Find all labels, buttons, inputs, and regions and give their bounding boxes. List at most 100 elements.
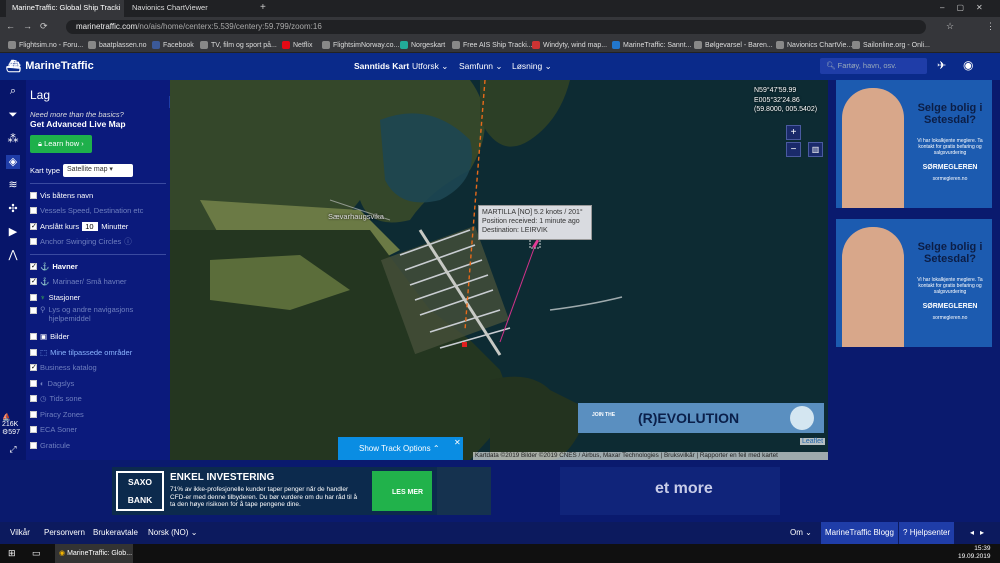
checkbox[interactable] (30, 395, 37, 403)
nav-explore[interactable]: Utforsk ⌄ (412, 61, 448, 72)
option-lights[interactable]: ⚲ Lys og andre navigasjons hjelpemiddel (30, 305, 166, 329)
measure-icon[interactable]: ✣ (6, 202, 20, 216)
sormegleren-ad-2[interactable]: Selge bolig i Setesdal? Vi har lokalkjen… (836, 219, 992, 347)
nav-solutions[interactable]: Løsning ⌄ (512, 61, 552, 72)
checkbox[interactable] (30, 379, 37, 387)
search-input[interactable]: 🔍︎ Fartøy, havn, osv. (820, 58, 927, 74)
option-business[interactable]: Business katalog (30, 360, 166, 376)
checkbox[interactable] (30, 238, 37, 246)
checkbox[interactable] (30, 426, 37, 434)
footer-link-agreement[interactable]: Brukeravtale (93, 528, 138, 537)
option-stations[interactable]: ♆ Stasjoner (30, 290, 166, 306)
bookmark-item[interactable]: TV, film og sport på... (200, 39, 277, 51)
checkbox[interactable] (30, 441, 37, 449)
option-custom-areas[interactable]: ⬚ Mine tilpassede områder (30, 345, 166, 361)
fullscreen-icon[interactable]: ⤢ (6, 444, 20, 458)
leaflet-link[interactable]: Leaflet (800, 438, 826, 445)
bookmark-item[interactable]: Flightsim.no - Foru... (8, 39, 83, 51)
checkbox[interactable] (30, 364, 37, 372)
filter-icon[interactable]: ⏷ (6, 109, 20, 123)
bookmark-item[interactable]: FlightsimNorway.co... (322, 39, 399, 51)
zoom-in-button[interactable]: + (786, 125, 801, 140)
info-icon[interactable]: ⓘ (124, 236, 132, 247)
saxo-bank-ad[interactable]: SAXO BANK ENKEL INVESTERING 71% av ikke-p… (112, 467, 491, 515)
checkbox[interactable] (30, 262, 37, 270)
marinetraffic-logo[interactable]: ⛴ MarineTraffic (6, 59, 94, 73)
checkbox[interactable] (30, 410, 37, 418)
window-controls[interactable]: –▢✕ (940, 3, 995, 12)
browser-tab-marinetraffic[interactable]: MarineTraffic: Global Ship Tracki (6, 0, 124, 17)
footer-link-terms[interactable]: Vilkår (10, 528, 30, 537)
search-icon[interactable]: ⌕ (6, 85, 20, 99)
browser-menu-icon[interactable]: ⋮ (986, 21, 995, 32)
close-icon[interactable]: ✕ (454, 438, 461, 447)
task-view-icon[interactable]: ▭ (32, 548, 41, 559)
footer-nav-arrows[interactable]: ◂▸ (970, 528, 990, 537)
play-icon[interactable]: ▶ (6, 225, 20, 239)
option-estimated-course[interactable]: Anslått kurs10Minutter (30, 219, 166, 235)
bookmark-star-icon[interactable]: ☆ (946, 21, 954, 32)
read-more-button[interactable]: LES MER (392, 489, 423, 496)
course-minutes-input[interactable]: 10 (82, 221, 99, 231)
route-icon[interactable]: ⋀ (6, 248, 20, 262)
url-field[interactable]: marinetraffic.com/no/ais/home/centerx:5.… (66, 20, 926, 34)
bookmark-item[interactable]: Free AIS Ship Tracki... (452, 39, 533, 51)
checkbox[interactable] (30, 207, 37, 215)
map-type-select[interactable]: Satellite map ▾ (63, 164, 134, 178)
network-icon[interactable]: ⁂ (6, 132, 20, 146)
browser-tab-navionics[interactable]: Navionics ChartViewer (126, 0, 254, 17)
revolution-ad-banner[interactable]: JOIN THE (R)EVOLUTION (578, 403, 824, 433)
option-show-names[interactable]: Vis båtens navn (30, 188, 166, 204)
option-marinas[interactable]: ⚓Marinaer/ Små havner (30, 274, 166, 290)
nav-live-map[interactable]: Sanntids Kart (354, 61, 409, 71)
blog-link[interactable]: MarineTraffic Blogg (821, 522, 898, 544)
taskbar-app-chrome[interactable]: ◉ MarineTraffic: Glob... (55, 544, 133, 563)
checkbox[interactable] (30, 333, 37, 341)
sormegleren-ad-1[interactable]: Selge bolig i Setesdal? Vi har lokalkjen… (836, 80, 992, 208)
user-avatar-icon[interactable]: ◉ (963, 58, 973, 72)
map-view-icon[interactable]: ▥ (808, 142, 823, 157)
option-eca[interactable]: ECA Soner (30, 422, 166, 438)
bookmark-item[interactable]: Netflix (282, 39, 312, 51)
option-vessel-speed[interactable]: Vessels Speed, Destination etc (30, 203, 166, 219)
footer-link-privacy[interactable]: Personvern (44, 528, 85, 537)
language-selector[interactable]: Norsk (NO) ⌄ (148, 528, 197, 537)
checkbox[interactable] (30, 278, 37, 286)
option-graticule[interactable]: Graticule (30, 438, 166, 454)
bookmark-label: Free AIS Ship Tracki... (463, 41, 533, 49)
notifications-icon[interactable]: ✈ (937, 59, 946, 72)
bookmark-item[interactable]: Norgeskart (400, 39, 445, 51)
bookmark-item[interactable]: Windyty, wind map... (532, 39, 607, 51)
learn-how-button[interactable]: 🔒︎ Learn how › (30, 135, 92, 153)
checkbox[interactable] (30, 307, 37, 314)
bookmark-item[interactable]: Sailonline.org - Onli... (852, 39, 930, 51)
option-anchor-circles[interactable]: Anchor Swinging Circles ⓘ (30, 234, 166, 250)
weather-icon[interactable]: ≋ (6, 178, 20, 192)
checkbox[interactable] (30, 293, 37, 301)
checkbox[interactable] (30, 191, 37, 199)
new-tab-button[interactable]: + (260, 2, 266, 13)
windows-start-icon[interactable]: ⊞ (8, 548, 16, 559)
help-center-link[interactable]: ? Hjelpsenter (899, 522, 955, 544)
option-piracy[interactable]: Piracy Zones (30, 407, 166, 423)
option-ports[interactable]: ⚓Havner (30, 259, 166, 275)
bookmark-item[interactable]: Facebook (152, 39, 194, 51)
bookmark-item[interactable]: baatplassen.no (88, 39, 146, 51)
option-photos[interactable]: ▣ Bilder (30, 329, 166, 345)
bookmark-item[interactable]: Navionics ChartVie... (776, 39, 852, 51)
layers-icon[interactable]: ◈ (6, 155, 20, 169)
taskbar-clock[interactable]: 15:39 19.09.2019 (958, 545, 991, 561)
url-path: /no/ais/home/centerx:5.539/centery:59.79… (137, 22, 322, 31)
checkbox[interactable] (30, 222, 37, 230)
get-more-ad[interactable]: et more (560, 467, 780, 515)
nav-community[interactable]: Samfunn ⌄ (459, 61, 503, 72)
browser-nav-buttons[interactable]: ←→⟳ (6, 21, 56, 32)
bookmark-item[interactable]: MarineTraffic: Sannt... (612, 39, 691, 51)
bookmark-item[interactable]: Bølgevarsel - Baren... (694, 39, 773, 51)
checkbox[interactable] (30, 348, 37, 356)
about-menu[interactable]: Om ⌄ (790, 528, 812, 537)
zoom-out-button[interactable]: − (786, 142, 801, 157)
show-track-options-button[interactable]: Show Track Options ⌃ ✕ (338, 437, 463, 460)
option-tids-sone[interactable]: ◷ Tids sone (30, 391, 166, 407)
option-dagslys[interactable]: ◐ Dagslys (30, 376, 166, 392)
